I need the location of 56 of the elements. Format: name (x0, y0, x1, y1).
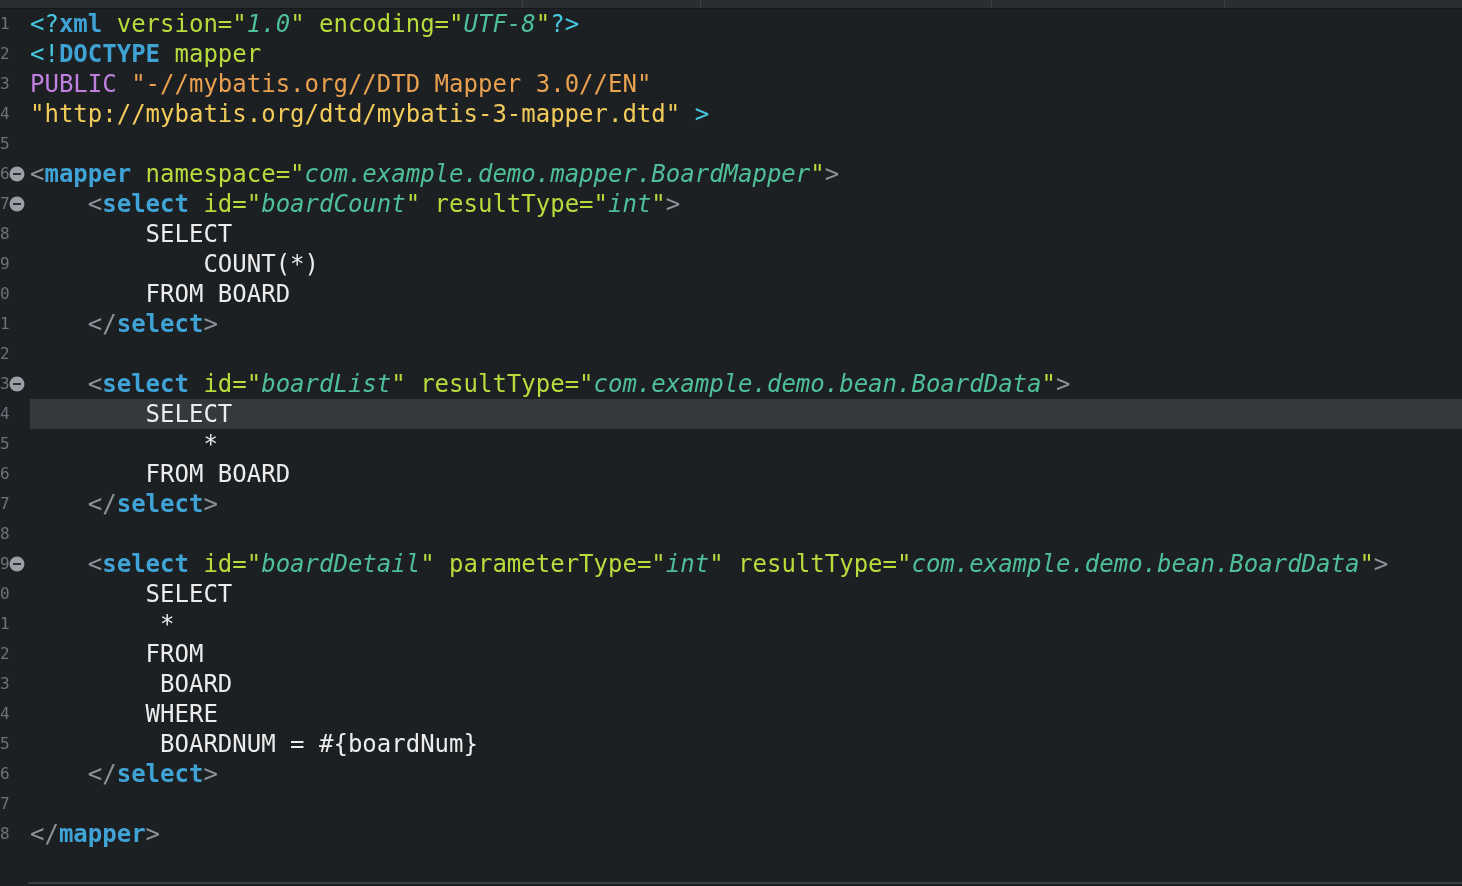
line-number: 2 (0, 343, 9, 365)
line-number: 7 (0, 493, 9, 515)
line-number: 1 (0, 13, 9, 35)
line-number: 6 (0, 163, 9, 185)
line-number: 5 (0, 733, 9, 755)
collapse-icon[interactable] (9, 196, 25, 212)
line-number: 5 (0, 433, 9, 455)
code-line: <select id="boardList" resultType="com.example.demo.bean.BoardData"> (86, 369, 1071, 399)
code-line: <?xml version="1.0" encoding="UTF-8"?> (30, 9, 580, 39)
code-line: "http://mybatis.org/dtd/mybatis-3-mapper.dtd" > (30, 99, 710, 129)
line-number: 5 (0, 133, 9, 155)
line-number: 9 (0, 253, 9, 275)
line-number: 3 (0, 73, 9, 95)
code-line: SELECT (144, 399, 233, 429)
code-line: FROM BOARD (144, 459, 291, 489)
code-line: <!DOCTYPE mapper (30, 39, 262, 69)
line-number: 8 (0, 523, 9, 545)
code-line: <select id="boardCount" resultType="int"> (86, 189, 681, 219)
code-line: BOARD (159, 669, 233, 699)
code-line: </select> (86, 489, 218, 519)
line-number: 6 (0, 463, 9, 485)
code-line: </select> (86, 759, 218, 789)
line-number: 2 (0, 643, 9, 665)
code-line: * (202, 429, 218, 459)
code-line: COUNT(*) (202, 249, 319, 279)
code-line: </select> (86, 309, 218, 339)
line-number: 7 (0, 793, 9, 815)
line-number: 3 (0, 673, 9, 695)
line-number: 8 (0, 223, 9, 245)
line-number: 4 (0, 103, 9, 125)
line-number: 4 (0, 403, 9, 425)
line-number: 9 (0, 553, 9, 575)
code-line: <select id="boardDetail" parameterType="int" resultType="com.example.demo.bean.BoardData"> (86, 549, 1389, 579)
line-number: 1 (0, 313, 9, 335)
line-number: 6 (0, 763, 9, 785)
line-number: 0 (0, 283, 9, 305)
code-line: SELECT (144, 219, 233, 249)
code-line: SELECT (144, 579, 233, 609)
code-line: PUBLIC "-//mybatis.org//DTD Mapper 3.0//EN" (30, 69, 652, 99)
collapse-icon[interactable] (9, 166, 25, 182)
line-number: 0 (0, 583, 9, 605)
line-number: 1 (0, 613, 9, 635)
code-line: FROM BOARD (144, 279, 291, 309)
code-line: </mapper> (30, 819, 161, 849)
code-line: FROM (144, 639, 204, 669)
code-line: BOARDNUM = #{boardNum} (159, 729, 478, 759)
line-number: 4 (0, 703, 9, 725)
collapse-icon[interactable] (9, 376, 25, 392)
line-number: 2 (0, 43, 9, 65)
line-number: 3 (0, 373, 9, 395)
collapse-icon[interactable] (9, 556, 25, 572)
line-number: 8 (0, 823, 9, 845)
line-number: 7 (0, 193, 9, 215)
code-line: * (159, 609, 175, 639)
code-line: WHERE (144, 699, 218, 729)
code-line: <mapper namespace="com.example.demo.mapper.BoardMapper"> (30, 159, 840, 189)
